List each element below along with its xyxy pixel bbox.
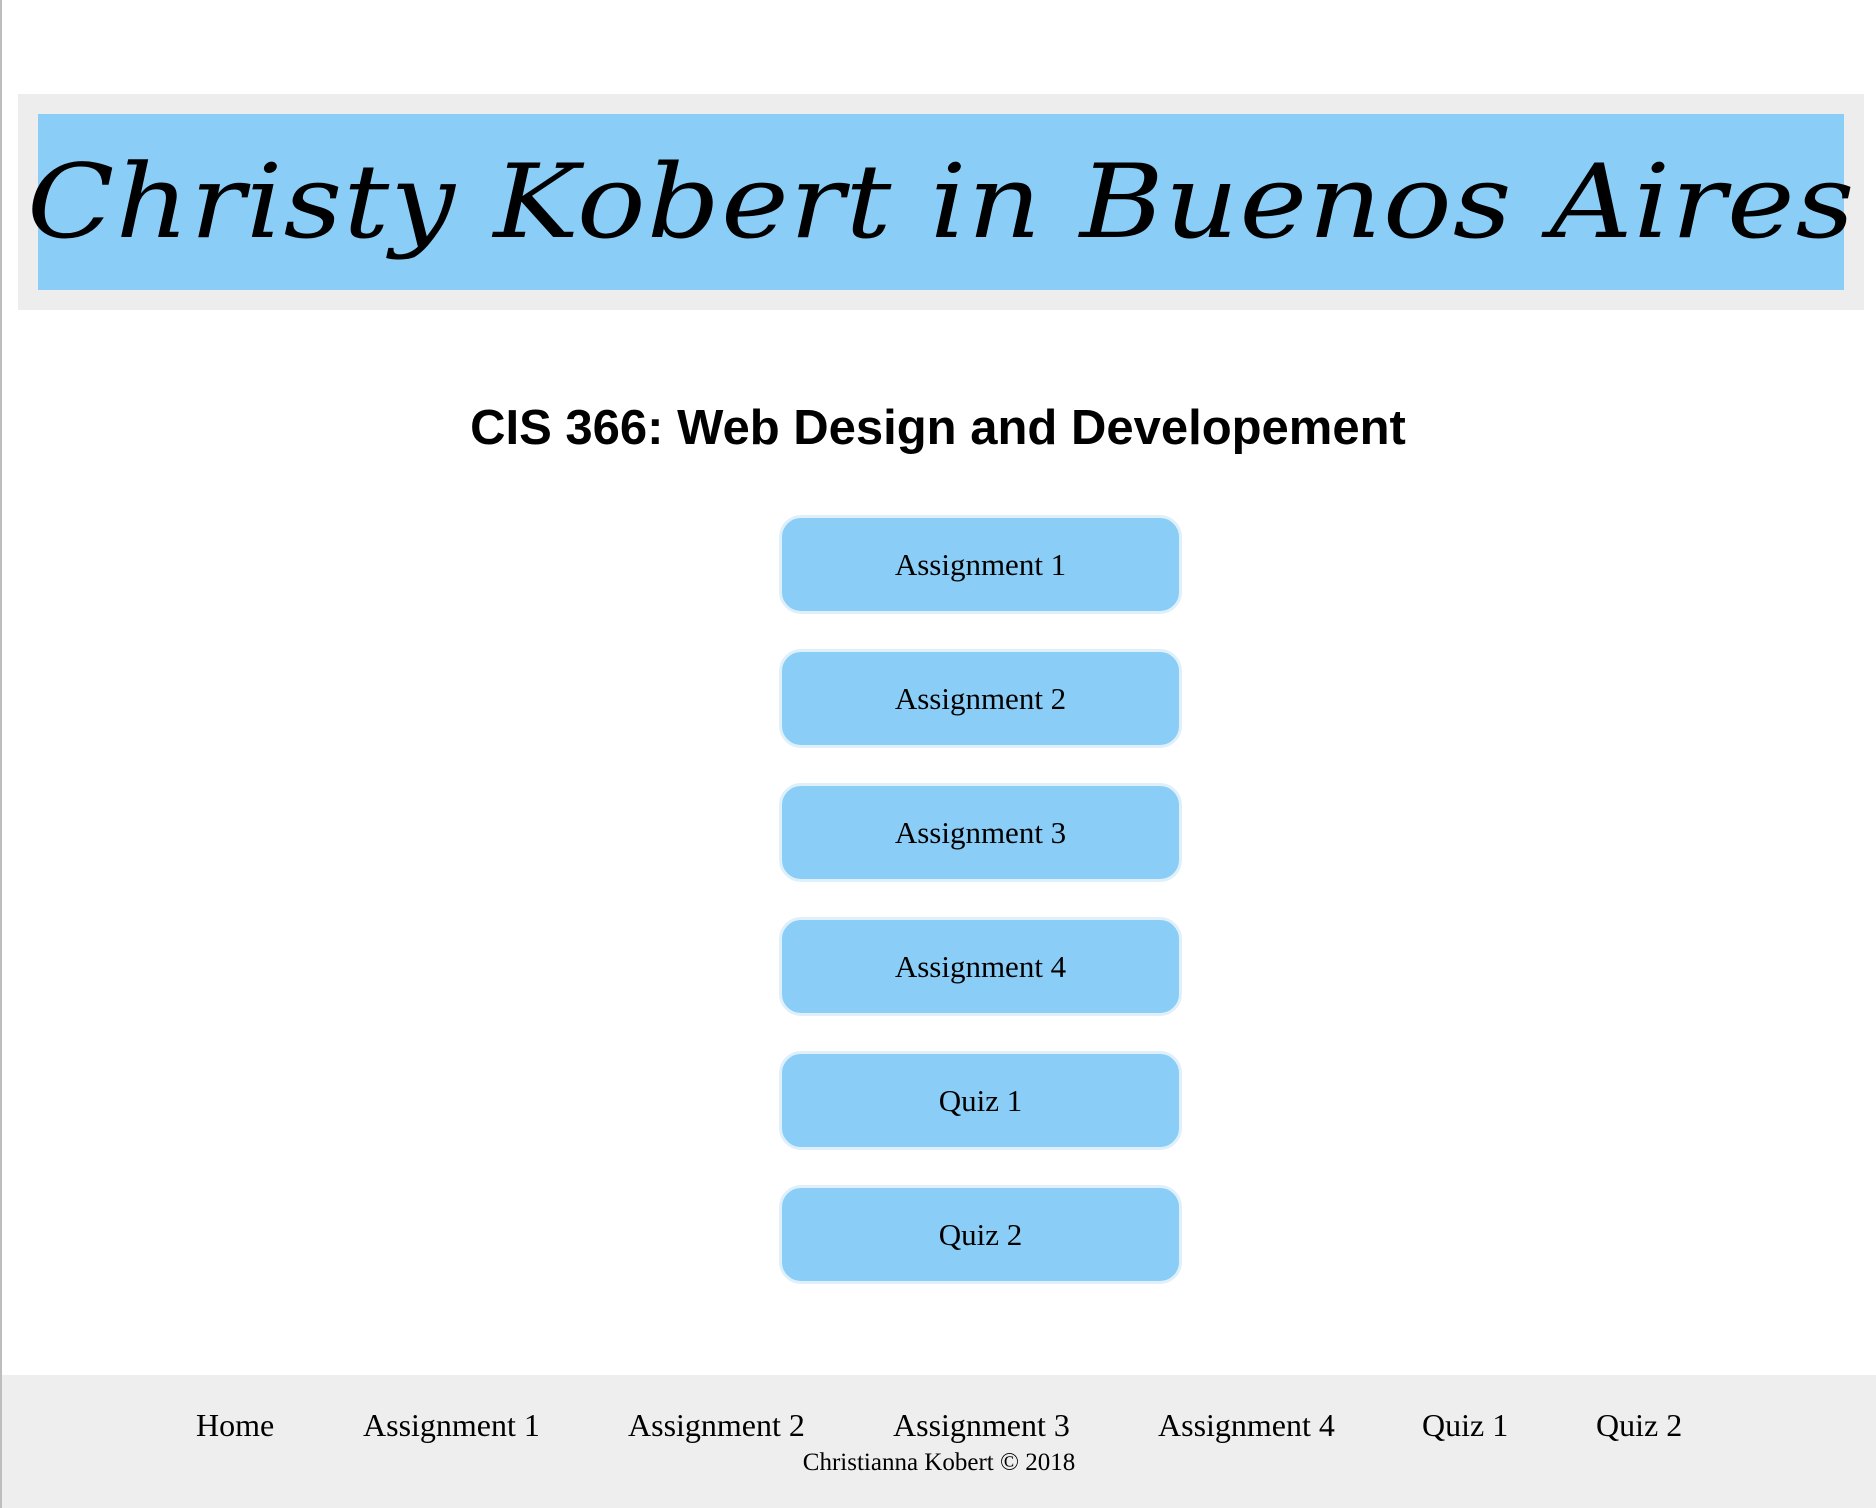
footer-nav: Home Assignment 1 Assignment 2 Assignmen… <box>2 1407 1876 1447</box>
course-button-list: Assignment 1 Assignment 2 Assignment 3 A… <box>779 515 1182 1319</box>
footer-link-assignment-4[interactable]: Assignment 4 <box>1158 1407 1335 1444</box>
footer-link-quiz-2[interactable]: Quiz 2 <box>1596 1407 1682 1444</box>
site-banner-inner: Christy Kobert in Buenos Aires <box>27 114 1854 290</box>
footer-link-home[interactable]: Home <box>196 1407 274 1444</box>
quiz-1-button[interactable]: Quiz 1 <box>779 1051 1182 1150</box>
assignment-3-button[interactable]: Assignment 3 <box>779 783 1182 882</box>
site-title: Christy Kobert in Buenos Aires <box>26 142 1856 262</box>
assignment-1-button[interactable]: Assignment 1 <box>779 515 1182 614</box>
quiz-2-button[interactable]: Quiz 2 <box>779 1185 1182 1284</box>
assignment-2-button[interactable]: Assignment 2 <box>779 649 1182 748</box>
footer-link-assignment-2[interactable]: Assignment 2 <box>628 1407 805 1444</box>
site-banner: Christy Kobert in Buenos Aires <box>18 94 1864 310</box>
page-title: CIS 366: Web Design and Developement <box>470 401 1406 455</box>
assignment-4-button[interactable]: Assignment 4 <box>779 917 1182 1016</box>
footer-link-assignment-1[interactable]: Assignment 1 <box>363 1407 540 1444</box>
footer-link-assignment-3[interactable]: Assignment 3 <box>893 1407 1070 1444</box>
footer-link-quiz-1[interactable]: Quiz 1 <box>1422 1407 1508 1444</box>
site-footer: Home Assignment 1 Assignment 2 Assignmen… <box>2 1375 1876 1508</box>
copyright-text: Christianna Kobert © 2018 <box>802 1449 1076 1476</box>
window-left-edge <box>0 0 2 1508</box>
